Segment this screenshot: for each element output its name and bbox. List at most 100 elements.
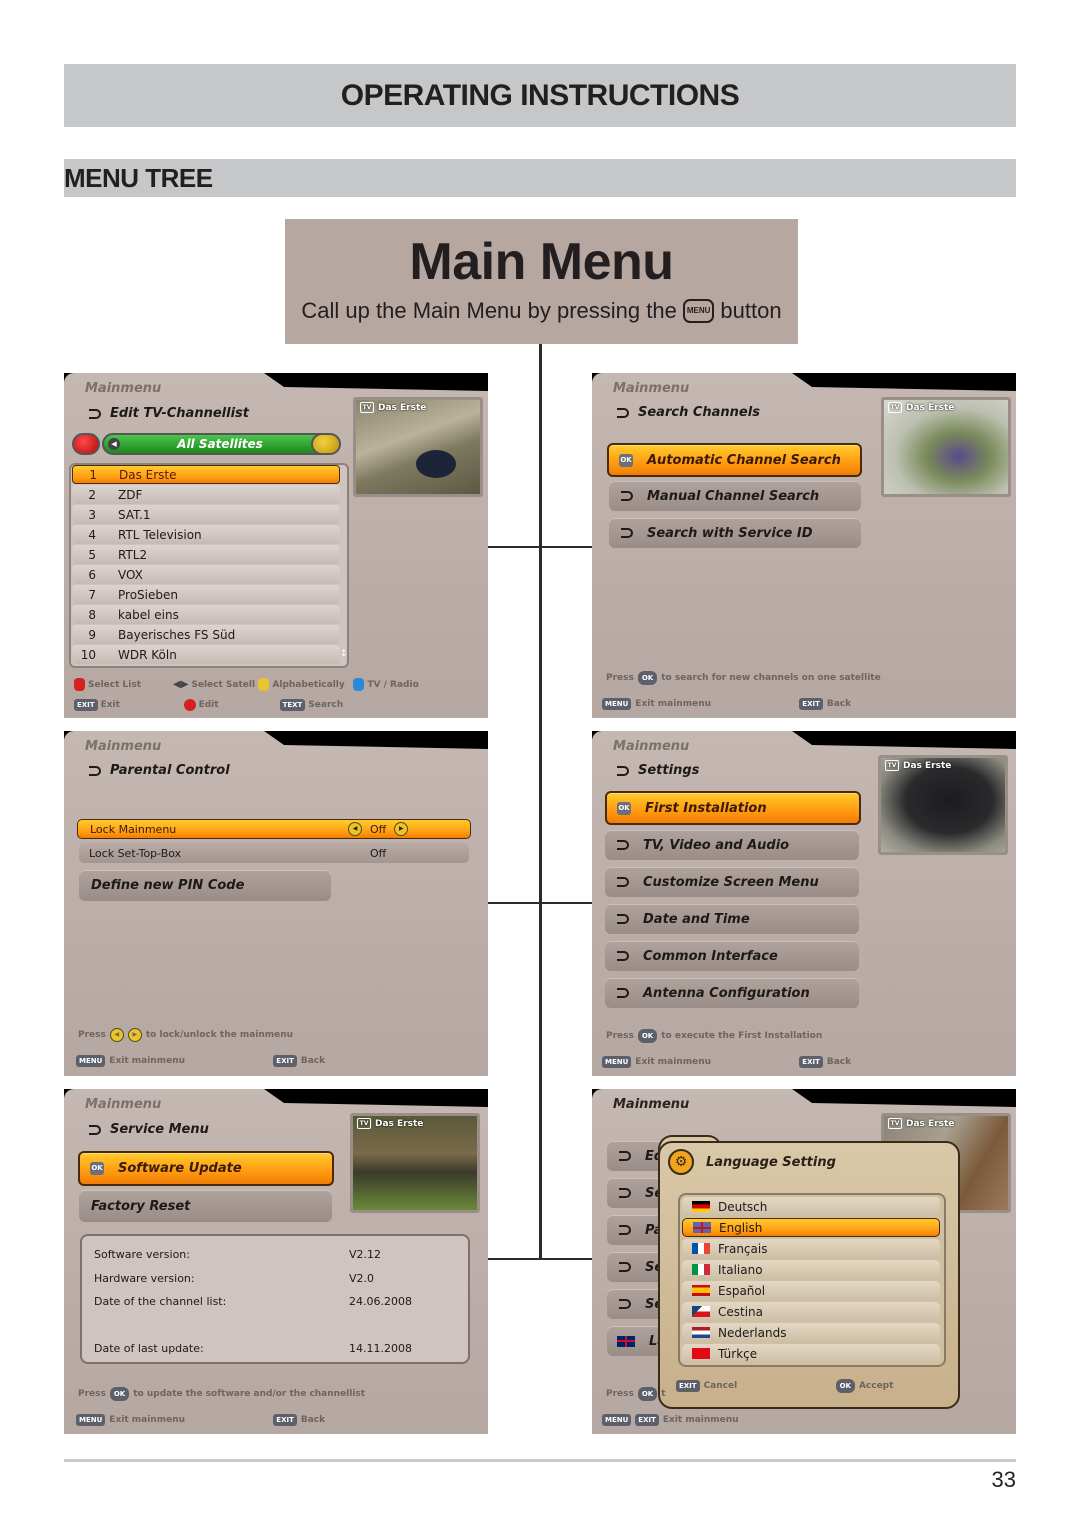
ok-key-icon: OK	[109, 1387, 130, 1401]
channel-row[interactable]: 10 WDR Köln	[72, 645, 340, 664]
legend-row-2: EXIT Exit Edit TEXT Search	[74, 699, 343, 711]
channel-number: 9	[88, 627, 96, 642]
settings-menu-item[interactable]: OK First Installation	[605, 791, 861, 825]
channel-row[interactable]: 2 ZDF	[72, 485, 340, 504]
return-arrow-icon	[617, 840, 629, 850]
ok-key-icon: OK	[637, 1387, 658, 1401]
channel-name: VOX	[118, 567, 143, 582]
main-menu-subtitle: Call up the Main Menu by pressing the ME…	[285, 298, 798, 324]
channel-name: RTL Television	[118, 527, 202, 542]
language-option[interactable]: Nederlands	[682, 1323, 940, 1342]
language-option[interactable]: Cestina	[682, 1302, 940, 1321]
channel-name: kabel eins	[118, 607, 179, 622]
accept-button[interactable]: Accept	[859, 1381, 893, 1391]
settings-menu-item[interactable]: Common Interface	[605, 941, 859, 971]
yellow-button-icon[interactable]	[311, 433, 341, 455]
channel-name: SAT.1	[118, 507, 151, 522]
channel-name: Das Erste	[119, 467, 177, 482]
right-arrow-key-icon: ▶	[394, 822, 409, 836]
channel-row[interactable]: 5 RTL2	[72, 545, 340, 564]
cz-flag-icon	[692, 1306, 710, 1317]
ok-key-icon: OK	[637, 671, 658, 685]
footer-keys: MENU EXIT Exit mainmenu	[602, 1414, 739, 1426]
exit-key-icon: EXIT	[273, 1414, 297, 1426]
language-option[interactable]: Italiano	[682, 1260, 940, 1279]
legend-row-1: Select List ◀▶ Select Satelli Alphabetica…	[74, 678, 419, 691]
panel-language-setting: Mainmenu EdSePaSeSeLa TVDas Erste ⚙ Lang…	[592, 1089, 1016, 1434]
menu-item-service-id-search[interactable]: Search with Service ID	[609, 518, 861, 548]
fr-flag-icon	[692, 1243, 710, 1254]
return-arrow-icon	[617, 765, 629, 776]
tree-branch-row1	[486, 546, 594, 548]
return-arrow-icon	[617, 407, 629, 418]
ok-icon: OK	[619, 453, 633, 467]
channel-row[interactable]: 1 Das Erste	[72, 465, 340, 484]
red-round-key-icon	[183, 699, 196, 711]
mainmenu-label: Mainmenu	[613, 1097, 690, 1112]
menu-item-automatic-search[interactable]: OK Automatic Channel Search	[607, 443, 862, 477]
panel-title: Search Channels	[617, 405, 760, 420]
language-option[interactable]: English	[682, 1218, 940, 1237]
menu-key-icon: MENU	[602, 698, 632, 710]
channel-number: 7	[88, 587, 96, 602]
channel-row[interactable]: 3 SAT.1	[72, 505, 340, 524]
return-arrow-icon	[619, 1299, 631, 1309]
channel-row[interactable]: 7 ProSieben	[72, 585, 340, 604]
footer-keys: MENU Exit mainmenu EXIT Back	[76, 1055, 325, 1067]
language-option[interactable]: Español	[682, 1281, 940, 1300]
satellite-name: All Satellites	[177, 437, 263, 451]
settings-gear-icon: ⚙	[668, 1149, 694, 1175]
setting-lock-set-top-box[interactable]: Lock Set-Top-Box Off	[79, 843, 469, 863]
channel-name: ZDF	[118, 487, 143, 502]
channel-preview: TV Das Erste	[350, 1113, 480, 1213]
settings-menu-item[interactable]: TV, Video and Audio	[605, 830, 859, 860]
return-arrow-icon	[619, 1151, 631, 1161]
gb-flag-icon	[693, 1222, 711, 1233]
panel-title: Service Menu	[89, 1122, 209, 1137]
scroll-indicator-icon[interactable]: ↕	[340, 649, 348, 659]
footer-keys: MENU Exit mainmenu EXIT Back	[602, 698, 851, 710]
language-option[interactable]: Deutsch	[682, 1197, 940, 1216]
satellite-selector[interactable]: ◀ All Satellites ▶	[102, 433, 338, 455]
channel-row[interactable]: 8 kabel eins	[72, 605, 340, 624]
tree-branch-row2	[486, 902, 594, 904]
help-hint: Press OK t	[606, 1387, 666, 1401]
tv-icon: TV	[888, 402, 902, 413]
tv-icon: TV	[357, 1118, 371, 1129]
tree-branch-row3	[486, 1258, 594, 1260]
language-option[interactable]: Français	[682, 1239, 940, 1258]
help-hint: Press OK to update the software and/or the…	[78, 1387, 366, 1401]
channel-number: 3	[88, 507, 96, 522]
exit-key-icon: EXIT	[676, 1380, 700, 1392]
channel-preview: TV Das Erste	[353, 397, 483, 497]
channel-name: Bayerisches FS Süd	[118, 627, 236, 642]
settings-menu-item[interactable]: Antenna Configuration	[605, 978, 859, 1008]
menu-key-icon: MENU	[76, 1055, 106, 1067]
channel-row[interactable]: 9 Bayerisches FS Süd	[72, 625, 340, 644]
setting-lock-mainmenu[interactable]: Lock Mainmenu ◀ Off ▶	[77, 819, 471, 839]
channel-row[interactable]: 6 VOX	[72, 565, 340, 584]
main-menu-box: Main Menu Call up the Main Menu by press…	[285, 219, 798, 344]
settings-menu-item[interactable]: Date and Time	[605, 904, 859, 934]
settings-menu-item[interactable]: Customize Screen Menu	[605, 867, 859, 897]
factory-reset-button[interactable]: Factory Reset	[79, 1190, 332, 1222]
exit-key-icon: EXIT	[799, 698, 823, 710]
panel-title: Parental Control	[89, 763, 230, 778]
return-arrow-icon	[617, 877, 629, 887]
language-option[interactable]: Türkçe	[682, 1344, 940, 1363]
panel-title: Settings	[617, 763, 699, 778]
channel-row[interactable]: 4 RTL Television	[72, 525, 340, 544]
left-key-icon: ◀	[109, 1028, 124, 1042]
panel-title: Edit TV-Channellist	[89, 406, 249, 421]
define-pin-button[interactable]: Define new PIN Code	[79, 870, 331, 901]
prev-satellite-icon[interactable]: ◀	[108, 438, 120, 450]
return-arrow-icon	[89, 1124, 101, 1135]
return-arrow-icon	[619, 1225, 631, 1235]
red-button-icon[interactable]	[72, 433, 100, 455]
cancel-button[interactable]: Cancel	[704, 1381, 832, 1391]
mainmenu-label: Mainmenu	[613, 739, 690, 754]
menu-item-manual-search[interactable]: Manual Channel Search	[609, 481, 861, 511]
tv-icon: TV	[885, 760, 899, 771]
return-arrow-icon	[617, 988, 629, 998]
software-update-button[interactable]: OK Software Update	[78, 1151, 334, 1186]
